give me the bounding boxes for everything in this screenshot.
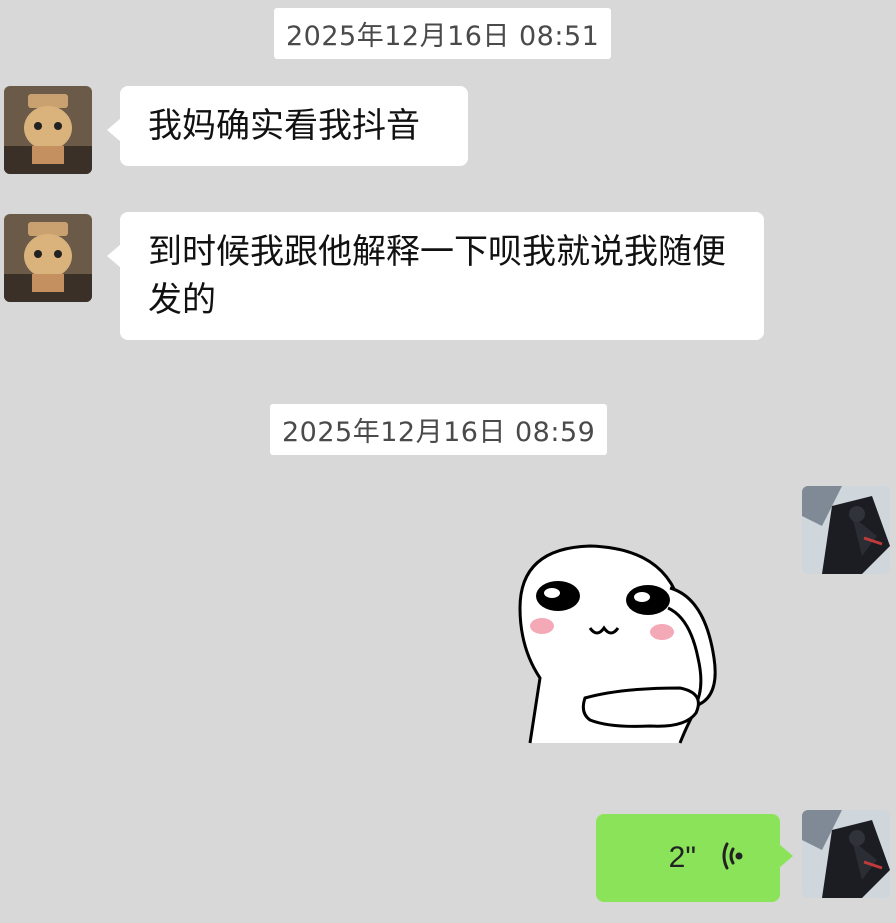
- message-bubble[interactable]: 我妈确实看我抖音: [107, 86, 468, 166]
- message-text: 到时候我跟他解释一下呗我就说我随便发的: [148, 232, 726, 320]
- message-text: 我妈确实看我抖音: [148, 106, 420, 146]
- message-bubble[interactable]: 到时候我跟他解释一下呗我就说我随便发的: [107, 212, 764, 340]
- voice-message-bubble[interactable]: 2": [596, 814, 793, 902]
- voice-wave-icon: [720, 840, 744, 876]
- user-avatar[interactable]: [802, 486, 890, 574]
- user-avatar[interactable]: [802, 810, 890, 898]
- voice-duration: 2": [668, 841, 696, 874]
- sticker[interactable]: [500, 538, 730, 750]
- contact-avatar[interactable]: [4, 214, 92, 302]
- timestamp: 2025年12月16日 08:51: [274, 8, 612, 59]
- contact-avatar[interactable]: [4, 86, 92, 174]
- thinking-face-sticker: [518, 544, 717, 744]
- timestamp: 2025年12月16日 08:59: [270, 404, 608, 455]
